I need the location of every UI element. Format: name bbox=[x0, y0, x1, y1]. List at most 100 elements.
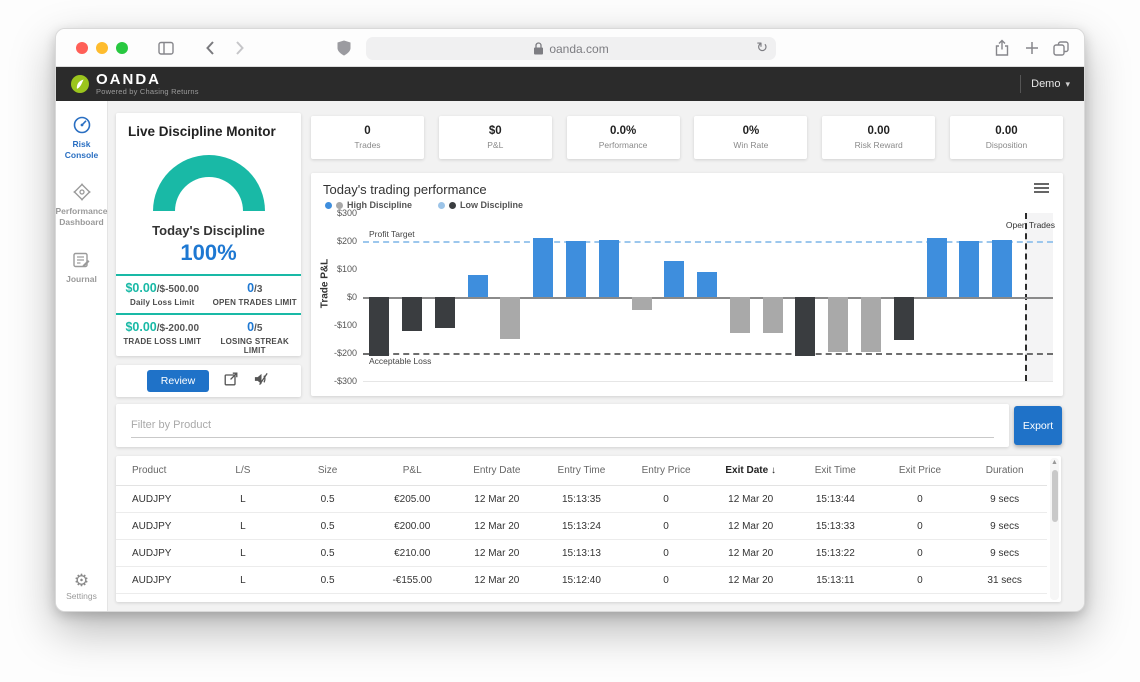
y-axis-tick: $0 bbox=[347, 292, 357, 302]
sidebar-item-label: Settings bbox=[66, 591, 97, 601]
table-cell: 27 secs bbox=[962, 594, 1047, 603]
table-row[interactable]: AUDJPYL0.5-€195.0012 Mar 2015:12:08012 M… bbox=[116, 594, 1047, 603]
share-icon[interactable] bbox=[992, 38, 1012, 58]
stat-label: Win Rate bbox=[733, 140, 768, 150]
privacy-shield-icon[interactable] bbox=[334, 38, 354, 58]
export-button[interactable]: Export bbox=[1014, 406, 1062, 445]
url-bar[interactable]: oanda.com ↻ bbox=[366, 37, 776, 60]
table-cell: -€195.00 bbox=[370, 594, 455, 603]
table-column-header[interactable]: Entry Date bbox=[455, 456, 540, 486]
review-card: Review bbox=[116, 365, 301, 397]
trade-bar[interactable] bbox=[402, 297, 422, 331]
table-row[interactable]: AUDJPYL0.5€200.0012 Mar 2015:13:24012 Ma… bbox=[116, 513, 1047, 540]
table-column-header[interactable]: Size bbox=[285, 456, 370, 486]
trade-bar[interactable] bbox=[894, 297, 914, 340]
filter-by-product-input[interactable] bbox=[131, 413, 994, 438]
limit-cell: 0/3 OPEN TRADES LIMIT bbox=[209, 276, 302, 311]
trade-bar[interactable] bbox=[959, 241, 979, 297]
trade-bar[interactable] bbox=[828, 297, 848, 352]
trade-bar[interactable] bbox=[763, 297, 783, 333]
trade-bar[interactable] bbox=[697, 272, 717, 297]
table-cell: 0.5 bbox=[285, 540, 370, 567]
table-column-header[interactable]: Duration bbox=[962, 456, 1047, 486]
open-external-icon[interactable] bbox=[223, 371, 239, 392]
table-cell: AUDJPY bbox=[116, 513, 201, 540]
table-column-header[interactable]: Exit Time bbox=[793, 456, 878, 486]
table-cell: 0.5 bbox=[285, 513, 370, 540]
table-cell: 12 Mar 20 bbox=[708, 540, 793, 567]
stat-value: 0.00 bbox=[867, 125, 889, 137]
y-axis-tick: $100 bbox=[337, 264, 357, 274]
review-button[interactable]: Review bbox=[147, 370, 209, 392]
legend-entry[interactable]: Low Discipline bbox=[438, 200, 523, 210]
trade-bar[interactable] bbox=[632, 297, 652, 310]
stat-card: 0.00 Disposition bbox=[950, 116, 1063, 159]
table-cell: 12 Mar 20 bbox=[708, 567, 793, 594]
table-column-header[interactable]: Entry Price bbox=[624, 456, 709, 486]
trade-bar[interactable] bbox=[795, 297, 815, 356]
table-column-header[interactable]: L/S bbox=[201, 456, 286, 486]
close-window-button[interactable] bbox=[76, 42, 88, 54]
scrollbar-thumb[interactable] bbox=[1052, 470, 1058, 522]
chart-plot-area: Profit Target Acceptable Loss Open Trade… bbox=[363, 213, 1053, 382]
stat-value: $0 bbox=[489, 125, 502, 137]
tab-overview-icon[interactable] bbox=[1051, 38, 1071, 58]
table-column-header[interactable]: P&L bbox=[370, 456, 455, 486]
trade-bar[interactable] bbox=[369, 297, 389, 356]
table-row[interactable]: AUDJPYL0.5€210.0012 Mar 2015:13:13012 Ma… bbox=[116, 540, 1047, 567]
filter-card bbox=[116, 404, 1009, 447]
chart-menu-icon[interactable] bbox=[1034, 183, 1049, 195]
trade-bar[interactable] bbox=[992, 240, 1012, 297]
minimize-window-button[interactable] bbox=[96, 42, 108, 54]
trading-performance-card: Today's trading performance High Discipl… bbox=[311, 173, 1063, 396]
scrollbar-up-arrow[interactable]: ▲ bbox=[1051, 459, 1058, 466]
table-cell: L bbox=[201, 567, 286, 594]
trade-bar[interactable] bbox=[533, 238, 553, 297]
table-cell: L bbox=[201, 486, 286, 513]
table-scrollbar[interactable]: ▲ bbox=[1050, 458, 1059, 600]
table-cell: 12 Mar 20 bbox=[455, 513, 540, 540]
table-cell: 0 bbox=[624, 567, 709, 594]
trade-bar[interactable] bbox=[566, 241, 586, 297]
reload-icon[interactable]: ↻ bbox=[756, 39, 768, 56]
table-cell: 12 Mar 20 bbox=[708, 513, 793, 540]
oanda-logo: OANDA Powered by Chasing Returns bbox=[56, 73, 199, 96]
table-column-header[interactable]: Product bbox=[116, 456, 201, 486]
trade-bar[interactable] bbox=[730, 297, 750, 333]
trade-bar[interactable] bbox=[861, 297, 881, 352]
table-column-header[interactable]: Exit Price bbox=[878, 456, 963, 486]
table-cell: 15:12:08 bbox=[539, 594, 624, 603]
table-column-header[interactable]: Exit Date ↓ bbox=[708, 456, 793, 486]
new-tab-icon[interactable] bbox=[1022, 38, 1042, 58]
table-cell: AUDJPY bbox=[116, 567, 201, 594]
limit-cell: 0/5 LOSING STREAK LIMIT bbox=[209, 315, 302, 359]
sidebar-item-journal[interactable]: Journal bbox=[66, 250, 97, 285]
sidebar-item-risk-console[interactable]: Risk Console bbox=[56, 115, 107, 160]
sidebar-item-performance-dashboard[interactable]: Performance Dashboard bbox=[56, 182, 108, 227]
table-cell: 0.5 bbox=[285, 567, 370, 594]
discipline-gauge-label: Today's Discipline bbox=[116, 223, 301, 238]
trade-bar[interactable] bbox=[599, 240, 619, 297]
traffic-lights bbox=[76, 42, 128, 54]
sidebar-item-settings[interactable]: ⚙ Settings bbox=[66, 572, 97, 601]
table-row[interactable]: AUDJPYL0.5-€155.0012 Mar 2015:12:40012 M… bbox=[116, 567, 1047, 594]
sidebar-item-label: Performance Dashboard bbox=[56, 206, 108, 227]
limit-current-value: 0 bbox=[247, 281, 254, 295]
table-row[interactable]: AUDJPYL0.5€205.0012 Mar 2015:13:35012 Ma… bbox=[116, 486, 1047, 513]
zoom-window-button[interactable] bbox=[116, 42, 128, 54]
mute-icon[interactable] bbox=[253, 371, 270, 392]
stat-card: 0.0% Performance bbox=[567, 116, 680, 159]
trade-bar[interactable] bbox=[500, 297, 520, 339]
account-menu[interactable]: Demo ▾ bbox=[1031, 78, 1070, 90]
trade-bar[interactable] bbox=[927, 238, 947, 297]
trade-bar[interactable] bbox=[468, 275, 488, 297]
trade-bar[interactable] bbox=[664, 261, 684, 297]
stat-value: 0.0% bbox=[610, 125, 636, 137]
trade-bar[interactable] bbox=[435, 297, 455, 328]
limit-current-value: 0 bbox=[247, 320, 254, 334]
forward-icon[interactable] bbox=[229, 38, 249, 58]
back-icon[interactable] bbox=[201, 38, 221, 58]
table-cell: 12 Mar 20 bbox=[455, 486, 540, 513]
sidebar-toggle-icon[interactable] bbox=[156, 38, 176, 58]
table-column-header[interactable]: Entry Time bbox=[539, 456, 624, 486]
